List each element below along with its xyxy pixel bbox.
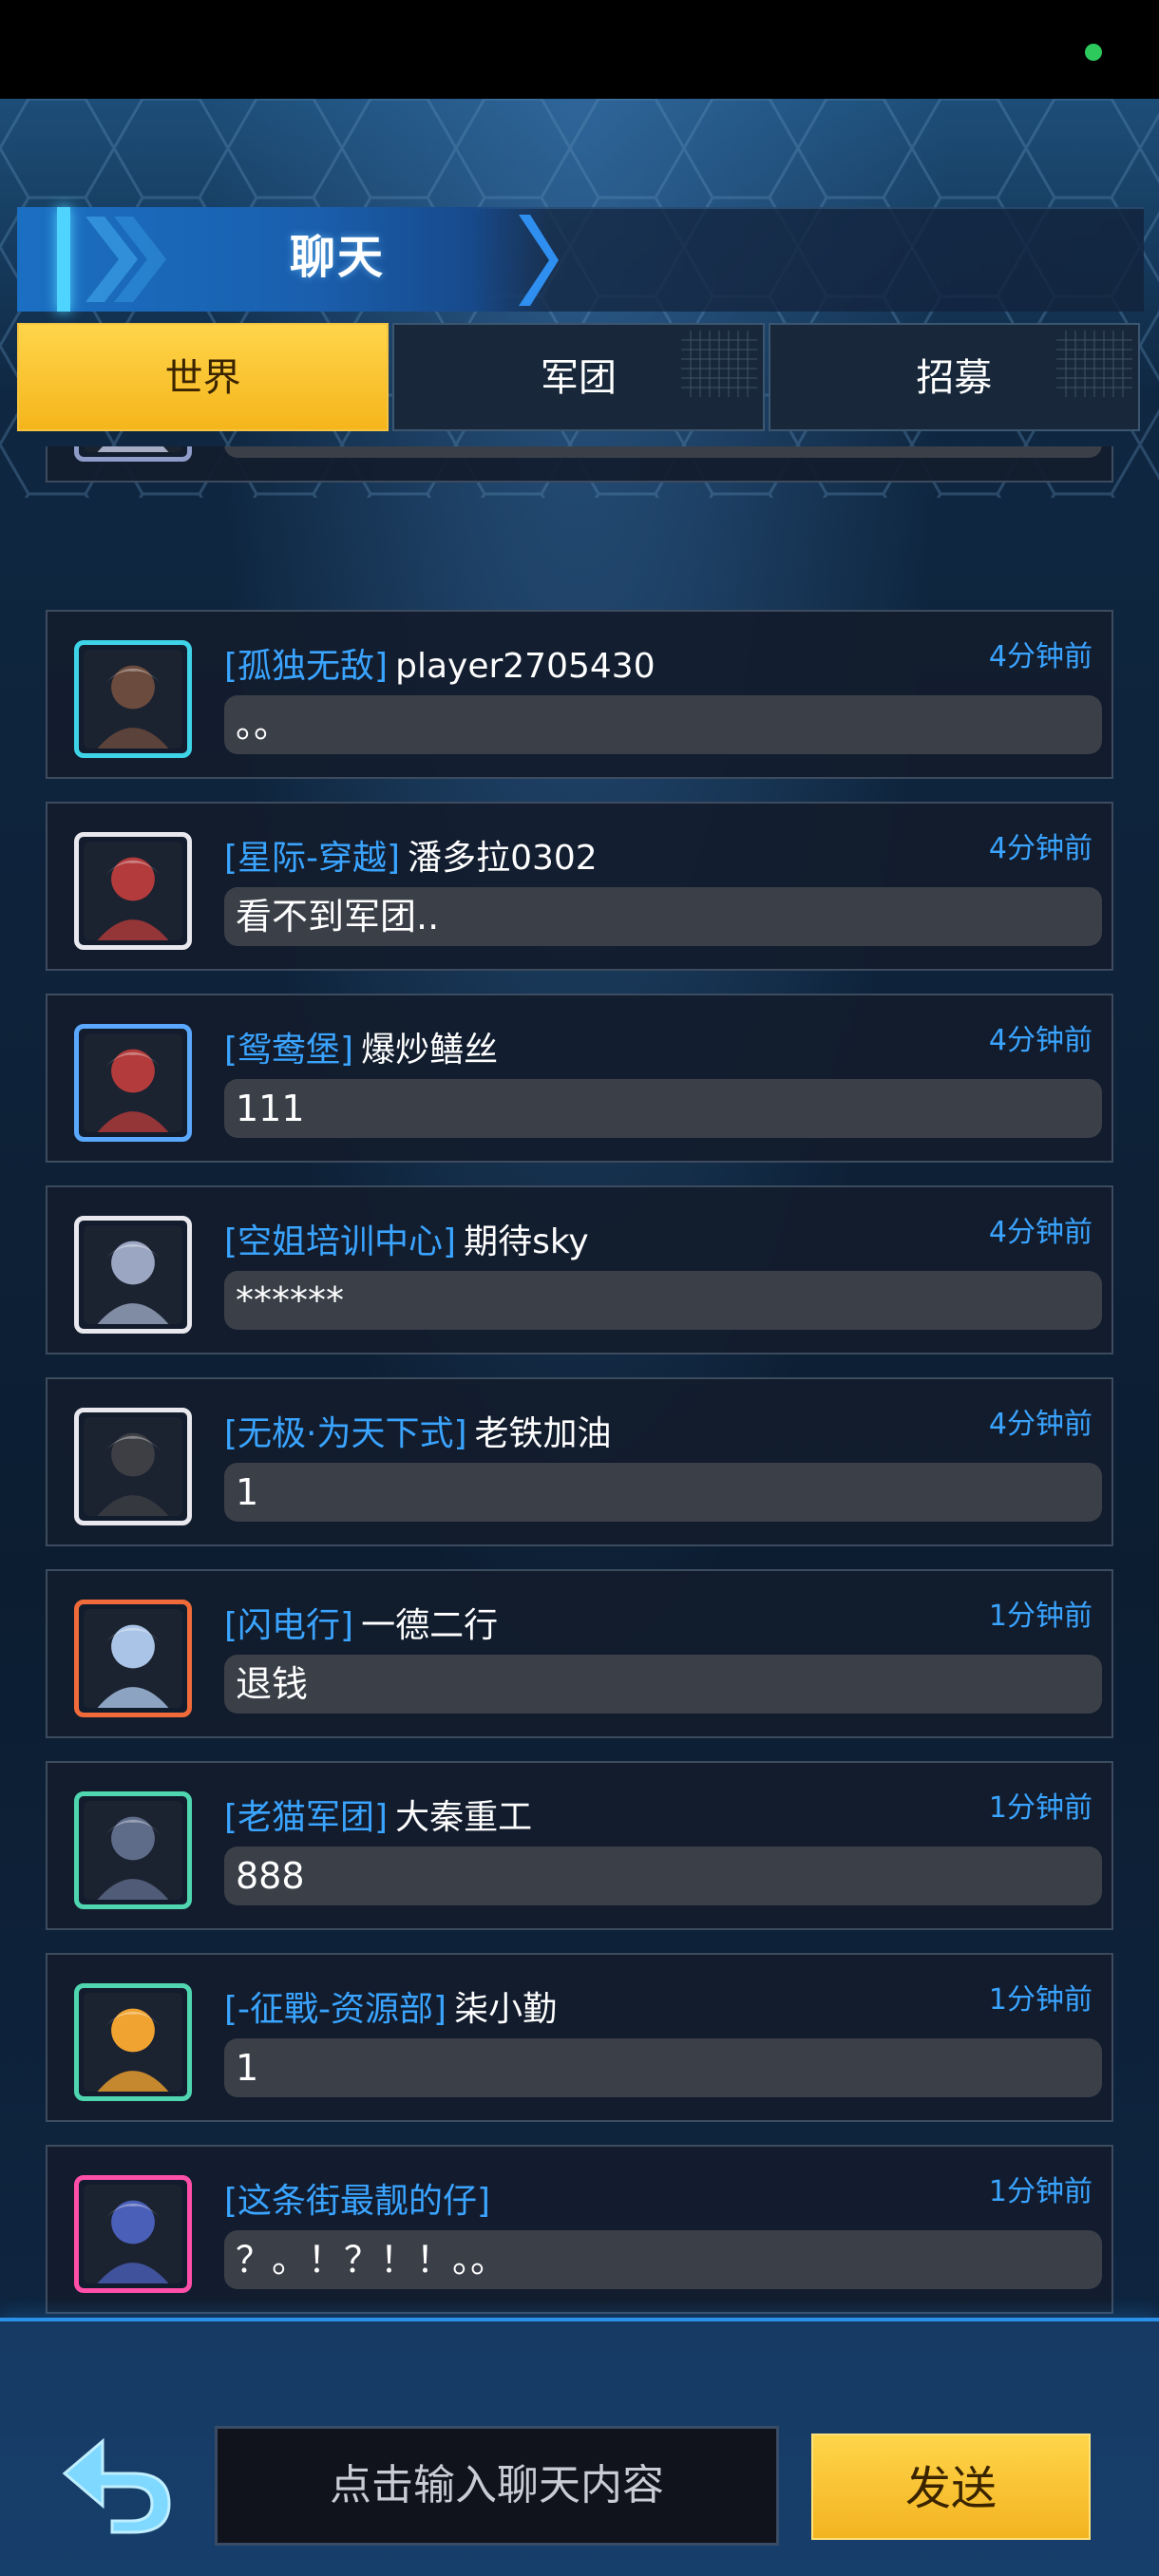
avatar[interactable] <box>74 1216 192 1334</box>
player-name[interactable]: 柒小勤 <box>454 1990 557 2029</box>
chat-message[interactable]: [-征戰-资源部] 柒小勤 1分钟前 1 <box>46 1953 1113 2122</box>
title-accent-bar <box>57 207 70 312</box>
player-name[interactable]: 一德二行 <box>361 1606 498 1645</box>
tab-world[interactable]: 世界 <box>17 323 390 431</box>
back-arrow-icon[interactable] <box>57 2432 180 2536</box>
avatar-portrait <box>84 1225 182 1324</box>
message-timestamp: 4分钟前 <box>988 1024 1092 1057</box>
player-name[interactable]: 老铁加油 <box>475 1414 612 1453</box>
guild-tag: [老猫军团] 大秦重工 <box>224 1798 533 1837</box>
chat-message[interactable]: [孤独无敌] player2705430 4分钟前。。 <box>46 610 1113 779</box>
player-name[interactable]: 期待sky <box>464 1222 589 1261</box>
avatar-portrait <box>84 1801 182 1900</box>
message-list[interactable]: [飘渺之旅]二沟村村长4分钟前12345 [孤独无敌]player2705430 4… <box>46 446 1113 2316</box>
chat-input[interactable]: 点击输入聊天内容 <box>215 2426 779 2546</box>
avatar[interactable] <box>74 446 192 462</box>
double-chevron-icon <box>86 217 166 302</box>
tab-world-label: 世界 <box>164 356 241 400</box>
message-bubble: 。。 <box>224 695 1102 754</box>
message-bubble: 1 <box>224 2038 1102 2097</box>
chat-message[interactable]: [星际-穿越] 潘多拉0302 4分钟前看不到军团.. <box>46 802 1113 971</box>
message-timestamp: 1分钟前 <box>988 1791 1092 1825</box>
status-bar <box>0 0 1159 99</box>
chat-message[interactable]: [飘渺之旅]二沟村村长4分钟前12345 <box>46 446 1113 483</box>
avatar-portrait <box>84 842 182 940</box>
avatar-portrait <box>84 2185 182 2283</box>
message-timestamp: 1分钟前 <box>988 2175 1092 2208</box>
guild-tag: [-征戰-资源部] 柒小勤 <box>224 1990 558 2029</box>
avatar[interactable] <box>74 640 192 758</box>
avatar[interactable] <box>74 1408 192 1525</box>
chat-message[interactable]: [闪电行] 一德二行 1分钟前退钱 <box>46 1569 1113 1738</box>
grid-decoration-icon <box>680 331 757 397</box>
message-timestamp: 4分钟前 <box>988 1408 1092 1441</box>
avatar-portrait <box>84 650 182 748</box>
guild-tag: [空姐培训中心] 期待sky <box>224 1222 589 1261</box>
player-name[interactable]: 大秦重工 <box>395 1798 532 1837</box>
avatar[interactable] <box>74 1024 192 1142</box>
message-bubble: ？。！？！！。。 <box>224 2230 1102 2289</box>
page-title: 聊天 <box>289 231 385 284</box>
chat-message[interactable]: [这条街最靓的仔] 1分钟前 ？。！？！！。。 <box>46 2145 1113 2314</box>
avatar-portrait <box>84 446 182 452</box>
avatar-portrait <box>84 1993 182 2092</box>
chat-tabs: 世界 军团 招募 <box>17 323 1140 431</box>
avatar[interactable] <box>74 1983 192 2101</box>
guild-tag: [无极·为天下式] 老铁加油 <box>224 1414 612 1453</box>
message-timestamp: 4分钟前 <box>988 1216 1092 1249</box>
camera-indicator-icon <box>1085 44 1102 61</box>
avatar[interactable] <box>74 832 192 950</box>
message-bubble: 看不到军团.. <box>224 887 1102 946</box>
chat-message[interactable]: [无极·为天下式] 老铁加油 4分钟前 1 <box>46 1377 1113 1546</box>
guild-tag: [孤独无敌] player2705430 <box>224 647 656 686</box>
message-bubble: 111 <box>224 1079 1102 1138</box>
avatar-portrait <box>84 1033 182 1132</box>
chat-message[interactable]: [鸳鸯堡] 爆炒鳝丝 4分钟前 111 <box>46 994 1113 1163</box>
tab-legion[interactable]: 军团 <box>392 323 765 431</box>
chat-message[interactable]: [空姐培训中心] 期待sky 4分钟前 ****** <box>46 1185 1113 1354</box>
guild-tag: [星际-穿越] 潘多拉0302 <box>224 839 598 878</box>
guild-tag: [这条街最靓的仔] <box>224 2182 491 2221</box>
avatar-portrait <box>84 1417 182 1516</box>
grid-decoration-icon <box>1055 331 1132 397</box>
message-timestamp: 1分钟前 <box>988 1600 1092 1633</box>
message-timestamp: 4分钟前 <box>988 640 1092 673</box>
player-name[interactable]: 爆炒鳝丝 <box>361 1031 498 1070</box>
avatar-portrait <box>84 1609 182 1708</box>
message-timestamp: 1分钟前 <box>988 1983 1092 2017</box>
player-name[interactable]: player2705430 <box>395 647 656 686</box>
send-button-label: 发送 <box>904 2462 997 2515</box>
message-bubble: 12345 <box>224 446 1102 458</box>
tab-legion-label: 军团 <box>540 356 617 400</box>
message-timestamp: 4分钟前 <box>988 832 1092 865</box>
message-bubble: 退钱 <box>224 1655 1102 1714</box>
avatar[interactable] <box>74 2175 192 2293</box>
guild-tag: [鸳鸯堡] 爆炒鳝丝 <box>224 1031 499 1070</box>
message-bubble: ****** <box>224 1271 1102 1330</box>
tab-recruit[interactable]: 招募 <box>768 323 1140 431</box>
player-name[interactable]: 潘多拉0302 <box>408 839 598 878</box>
avatar[interactable] <box>74 1791 192 1909</box>
tab-recruit-label: 招募 <box>916 356 993 400</box>
send-button[interactable]: 发送 <box>811 2434 1091 2540</box>
guild-tag: [闪电行] 一德二行 <box>224 1606 499 1645</box>
chat-message[interactable]: [老猫军团] 大秦重工 1分钟前 888 <box>46 1761 1113 1930</box>
message-bubble: 888 <box>224 1847 1102 1905</box>
chat-input-placeholder: 点击输入聊天内容 <box>330 2461 664 2510</box>
message-bubble: 1 <box>224 1463 1102 1522</box>
avatar[interactable] <box>74 1600 192 1717</box>
chevron-right-icon <box>519 215 559 306</box>
